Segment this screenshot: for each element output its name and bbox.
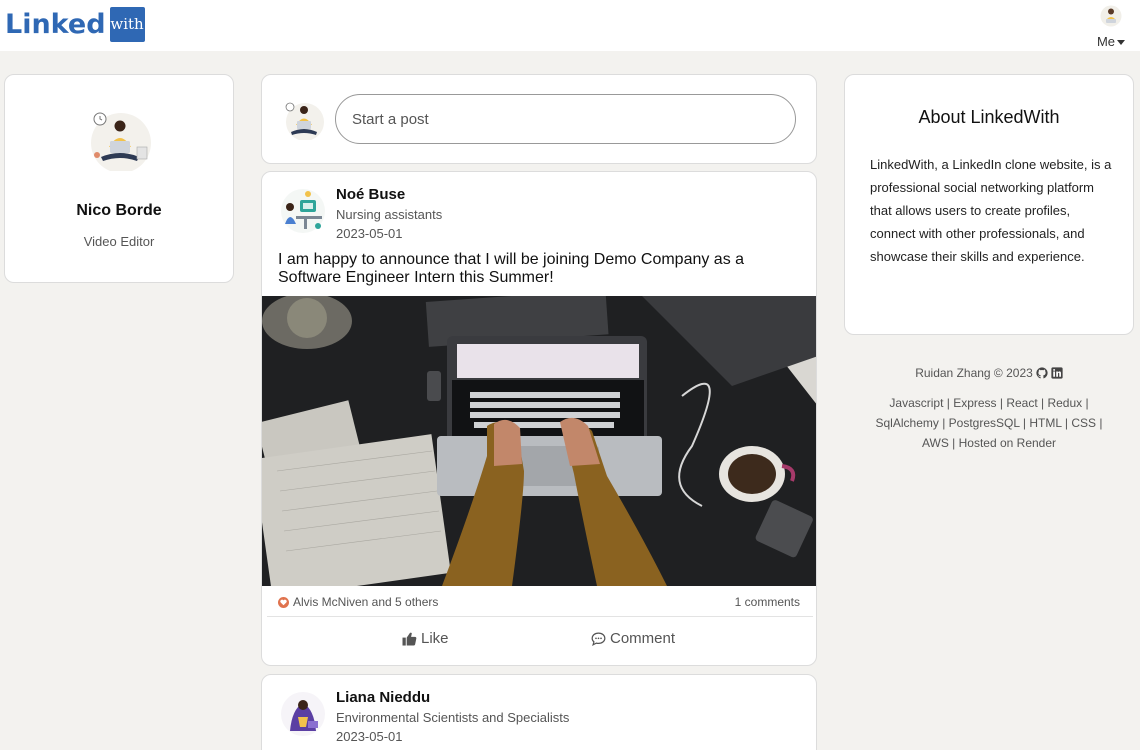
post-card: Liana Nieddu Environmental Scientists an… — [261, 674, 817, 750]
post-author-avatar[interactable] — [280, 691, 326, 737]
reactions-summary[interactable]: Alvis McNiven and 5 others — [278, 595, 438, 609]
footer-tech-list: Javascript | Express | React | Redux | S… — [875, 396, 1103, 450]
post-author-role: Environmental Scientists and Specialists — [336, 710, 570, 725]
profile-title: Video Editor — [83, 234, 155, 249]
post-author-name[interactable]: Liana Nieddu — [336, 689, 430, 706]
comments-count[interactable]: 1 comments — [735, 595, 800, 609]
post-image[interactable] — [262, 296, 817, 586]
about-card: About LinkedWith LinkedWith, a LinkedIn … — [844, 74, 1134, 335]
chevron-down-icon — [1117, 40, 1126, 46]
reactions-text: Alvis McNiven and 5 others — [293, 595, 439, 609]
footer-credit: Ruidan Zhang © 2023 — [915, 366, 1033, 380]
like-button[interactable]: Like — [402, 630, 449, 647]
post-author-role: Nursing assistants — [336, 207, 443, 222]
start-post-input[interactable]: Start a post — [335, 94, 796, 144]
me-avatar — [1100, 5, 1122, 27]
linkedin-icon[interactable] — [1051, 367, 1063, 379]
profile-card: Nico Borde Video Editor — [4, 74, 234, 283]
start-post-card: Start a post — [261, 74, 817, 164]
post-date: 2023-05-01 — [336, 226, 403, 241]
github-icon[interactable] — [1036, 367, 1048, 379]
comment-button[interactable]: Comment — [591, 630, 675, 647]
logo[interactable]: Linked with — [5, 6, 145, 42]
footer: Ruidan Zhang © 2023 Javascript | Express… — [864, 366, 1114, 453]
me-menu-button[interactable]: Me — [1094, 5, 1128, 49]
about-body: LinkedWith, a LinkedIn clone website, is… — [870, 157, 1112, 264]
post-date: 2023-05-01 — [336, 729, 403, 744]
profile-name[interactable]: Nico Borde — [5, 202, 233, 220]
thumbs-up-icon — [402, 632, 417, 646]
profile-avatar[interactable] — [87, 111, 153, 171]
comment-label: Comment — [610, 630, 676, 647]
logo-text: Linked — [5, 8, 106, 40]
post-author-name[interactable]: Noé Buse — [336, 186, 405, 203]
logo-box: with — [109, 6, 145, 42]
like-label: Like — [421, 630, 449, 647]
top-navbar: Linked with Me — [0, 0, 1140, 51]
about-title: About LinkedWith — [918, 107, 1060, 127]
post-text: I am happy to announce that I will be jo… — [278, 251, 745, 286]
heart-icon — [278, 596, 289, 608]
post-author-avatar[interactable] — [280, 188, 326, 234]
post-divider — [267, 616, 813, 617]
comment-icon — [591, 632, 606, 646]
user-avatar — [285, 102, 324, 140]
post-card: Noé Buse Nursing assistants 2023-05-01 I… — [261, 171, 817, 666]
me-label: Me — [1096, 34, 1116, 49]
